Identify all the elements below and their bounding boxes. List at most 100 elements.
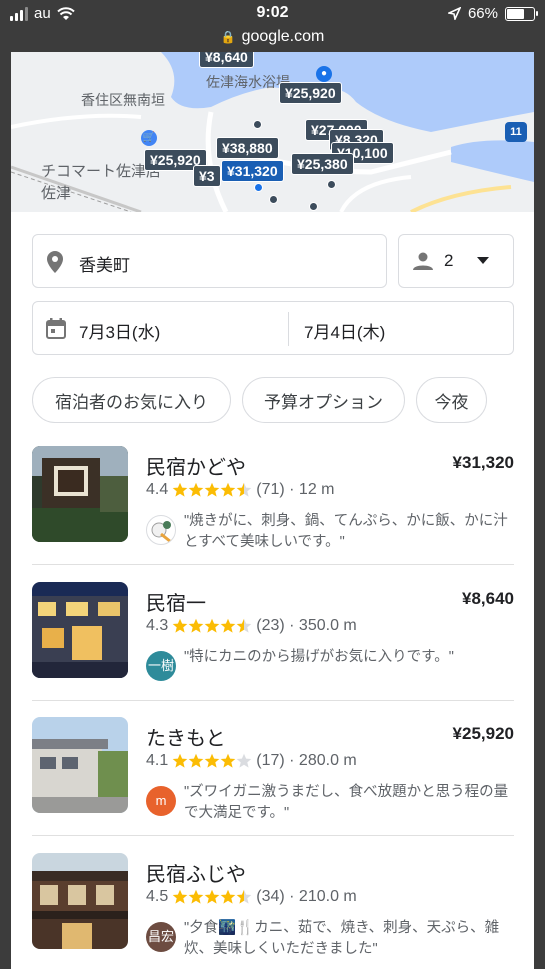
reviewer-avatar: 昌宏 [146, 922, 176, 952]
star-icon [204, 889, 220, 904]
review-quote: "ズワイガニ激うまだし、食べ放題かと思う程の量で大満足です。" [184, 784, 509, 821]
chip-tonight[interactable]: 今夜 [416, 377, 487, 423]
chip-budget-options[interactable]: 予算オプション [242, 377, 405, 423]
map-label-beach: 佐津海水浴場 [206, 74, 290, 90]
lock-icon: 🔒 [220, 30, 236, 44]
hotel-name[interactable]: 民宿一 [146, 587, 206, 616]
star-icon [220, 753, 236, 768]
map-price-pin-selected[interactable]: ¥31,320 [221, 160, 284, 182]
distance: · 280.0 m [289, 752, 357, 769]
review-count: (71) [256, 481, 285, 498]
hotel-price: ¥31,320 [452, 453, 514, 472]
hotel-result[interactable]: 民宿一 ¥8,640 4.3 (23) · 350.0 m 一樹 "特にカニのか… [32, 571, 514, 707]
hotel-name[interactable]: 民宿ふじや [146, 858, 246, 887]
review-quote: "特にカニのから揚げがお気に入りです。" [184, 649, 454, 665]
rating-value: 4.3 [146, 617, 169, 634]
dropdown-arrow-icon [477, 257, 489, 264]
hotel-rating-row: 4.3 (23) · 350.0 m [146, 617, 357, 635]
guests-value: 2 [444, 251, 454, 270]
star-icon [236, 482, 252, 497]
chip-guest-favorites[interactable]: 宿泊者のお気に入り [32, 377, 231, 423]
star-icon [204, 618, 220, 633]
hotel-result[interactable]: 民宿かどや ¥31,320 4.4 (71) · 12 m "焼きがに、刺身、鍋… [32, 435, 514, 571]
star-icon [220, 889, 236, 904]
hotel-name[interactable]: たきもと [146, 722, 226, 751]
map[interactable]: 香住区無南垣 佐津海水浴場 チコマート佐津店 佐津 11 🛒 ● ¥8,640 … [11, 52, 534, 212]
checkout-date[interactable]: 7月4日(木) [304, 318, 385, 343]
star-icon [188, 482, 204, 497]
map-label-station: 佐津 [41, 185, 72, 202]
map-price-pin[interactable]: ¥25,380 [291, 153, 354, 175]
star-icon [188, 753, 204, 768]
map-price-pin[interactable]: ¥25,920 [279, 82, 342, 104]
star-icon [172, 482, 188, 497]
hotel-rating-row: 4.1 (17) · 280.0 m [146, 752, 357, 770]
route-badge: 11 [505, 122, 527, 142]
hotel-name[interactable]: 民宿かどや [146, 451, 246, 480]
star-rating-icon [172, 753, 252, 769]
result-divider [32, 835, 514, 836]
review-quote: "夕食🌃🍴カニ、茹で、焼き、刺身、天ぷら、雑炊、美味しくいただきました" [184, 920, 500, 957]
map-dot[interactable] [309, 202, 318, 211]
hotel-rating-row: 4.4 (71) · 12 m [146, 481, 335, 499]
location-field[interactable]: 香美町 [32, 234, 387, 288]
hotel-price: ¥25,920 [452, 724, 514, 743]
result-divider [32, 700, 514, 701]
map-label-store: チコマート佐津店 [41, 163, 162, 180]
hotel-photo[interactable] [32, 582, 128, 678]
star-icon [220, 618, 236, 633]
page: 香住区無南垣 佐津海水浴場 チコマート佐津店 佐津 11 🛒 ● ¥8,640 … [11, 52, 534, 969]
star-icon [188, 618, 204, 633]
star-rating-icon [172, 482, 252, 498]
star-icon [172, 753, 188, 768]
review-quote: "焼きがに、刺身、鍋、てんぷら、かに飯、かに汁とすべて美味しいです。" [184, 513, 508, 550]
reviewer-avatar: m [146, 786, 176, 816]
star-icon [236, 889, 252, 904]
location-value: 香美町 [79, 256, 130, 275]
hotel-result[interactable]: たきもと ¥25,920 4.1 (17) · 280.0 m m "ズワイガニ… [32, 706, 514, 842]
hotel-photo[interactable] [32, 446, 128, 542]
person-icon [413, 252, 433, 270]
review-count: (17) [256, 752, 285, 769]
star-icon [220, 482, 236, 497]
result-divider [32, 564, 514, 565]
star-rating-icon [172, 889, 252, 905]
star-icon [236, 618, 252, 633]
shopping-icon: 🛒 [141, 130, 157, 146]
map-dot[interactable] [327, 180, 336, 189]
rating-value: 4.5 [146, 888, 169, 905]
calendar-icon [46, 318, 66, 339]
star-icon [172, 889, 188, 904]
date-range-field[interactable]: 7月3日(水) 7月4日(木) [32, 301, 514, 355]
map-dot[interactable] [269, 195, 278, 204]
map-price-pin[interactable]: ¥8,640 [199, 52, 254, 68]
hotel-result[interactable]: 民宿ふじや 4.5 (34) · 210.0 m 昌宏 "夕食🌃🍴カニ、茹で、焼… [32, 842, 514, 969]
current-location-dot [254, 183, 263, 192]
hotel-photo[interactable] [32, 853, 128, 949]
url-text: google.com [241, 28, 325, 45]
url-bar[interactable]: 🔒 google.com [0, 28, 545, 52]
reviewer-avatar: 一樹 [146, 651, 176, 681]
hotel-photo[interactable] [32, 717, 128, 813]
map-price-pin[interactable]: ¥3 [193, 165, 221, 187]
distance: · 210.0 m [289, 888, 357, 905]
location-pin-icon [47, 251, 63, 273]
map-price-pin[interactable]: ¥38,880 [216, 137, 279, 159]
guests-selector[interactable]: 2 [398, 234, 514, 288]
star-icon [188, 889, 204, 904]
checkin-date[interactable]: 7月3日(水) [79, 318, 160, 343]
status-bar: au 9:02 66% [0, 0, 545, 28]
beach-icon: ● [316, 66, 332, 82]
battery-icon [505, 6, 538, 21]
battery-percent: 66% [467, 5, 498, 22]
map-dot[interactable] [253, 120, 262, 129]
location-arrow-icon [447, 7, 461, 20]
review-count: (23) [256, 617, 285, 634]
date-divider [288, 312, 289, 346]
star-rating-icon [172, 618, 252, 634]
star-icon [204, 482, 220, 497]
star-icon [236, 753, 252, 768]
distance: · 350.0 m [289, 617, 357, 634]
rating-value: 4.1 [146, 752, 169, 769]
reviewer-avatar [146, 515, 176, 545]
